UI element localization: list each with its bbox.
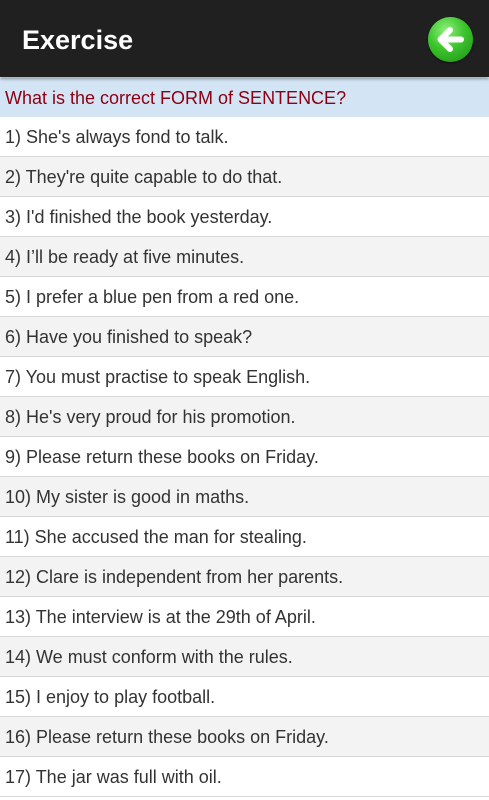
list-item[interactable]: 1) She's always fond to talk. <box>0 117 489 157</box>
question-text: What is the correct FORM of SENTENCE? <box>5 88 347 108</box>
list-item-label: 6) Have you finished to speak? <box>5 327 253 347</box>
list-item[interactable]: 12) Clare is independent from her parent… <box>0 557 489 597</box>
list-item[interactable]: 3) I'd finished the book yesterday. <box>0 197 489 237</box>
list-item[interactable]: 17) The jar was full with oil. <box>0 757 489 797</box>
list-item-label: 12) Clare is independent from her parent… <box>5 567 344 587</box>
list-item-label: 4) I’ll be ready at five minutes. <box>5 247 245 267</box>
list-item[interactable]: 15) I enjoy to play football. <box>0 677 489 717</box>
list-item[interactable]: 8) He's very proud for his promotion. <box>0 397 489 437</box>
arrow-left-icon <box>437 27 464 52</box>
list-item[interactable]: 16) Please return these books on Friday. <box>0 717 489 757</box>
list-item[interactable]: 6) Have you finished to speak? <box>0 317 489 357</box>
list-item[interactable]: 11) She accused the man for stealing. <box>0 517 489 557</box>
list-item[interactable]: 13) The interview is at the 29th of Apri… <box>0 597 489 637</box>
list-item-label: 8) He's very proud for his promotion. <box>5 407 296 427</box>
list-item-label: 15) I enjoy to play football. <box>5 687 216 707</box>
list-item-label: 11) She accused the man for stealing. <box>5 527 307 547</box>
list-item[interactable]: 9) Please return these books on Friday. <box>0 437 489 477</box>
list-item-label: 3) I'd finished the book yesterday. <box>5 207 273 227</box>
list-item[interactable]: 5) I prefer a blue pen from a red one. <box>0 277 489 317</box>
list-item-label: 5) I prefer a blue pen from a red one. <box>5 287 300 307</box>
list-item-label: 7) You must practise to speak English. <box>5 367 311 387</box>
list-item-label: 17) The jar was full with oil. <box>5 767 222 787</box>
list-item[interactable]: 7) You must practise to speak English. <box>0 357 489 397</box>
list-item-label: 13) The interview is at the 29th of Apri… <box>5 607 316 627</box>
list-item[interactable]: 2) They're quite capable to do that. <box>0 157 489 197</box>
list-item[interactable]: 4) I’ll be ready at five minutes. <box>0 237 489 277</box>
exercise-screen: Exercise What is the correct FORM of SEN… <box>0 0 489 800</box>
question-banner: What is the correct FORM of SENTENCE? <box>0 78 489 117</box>
list-item-label: 9) Please return these books on Friday. <box>5 447 319 467</box>
back-button[interactable] <box>428 17 473 62</box>
list-item-label: 10) My sister is good in maths. <box>5 487 250 507</box>
list-item-label: 2) They're quite capable to do that. <box>5 167 283 187</box>
list-item-label: 1) She's always fond to talk. <box>5 127 229 147</box>
app-header: Exercise <box>0 0 489 77</box>
list-item[interactable]: 10) My sister is good in maths. <box>0 477 489 517</box>
list-item[interactable]: 14) We must conform with the rules. <box>0 637 489 677</box>
page-title: Exercise <box>22 25 134 55</box>
list-item-label: 14) We must conform with the rules. <box>5 647 293 667</box>
sentence-list: 1) She's always fond to talk. 2) They're… <box>0 117 489 797</box>
list-item-label: 16) Please return these books on Friday. <box>5 727 329 747</box>
